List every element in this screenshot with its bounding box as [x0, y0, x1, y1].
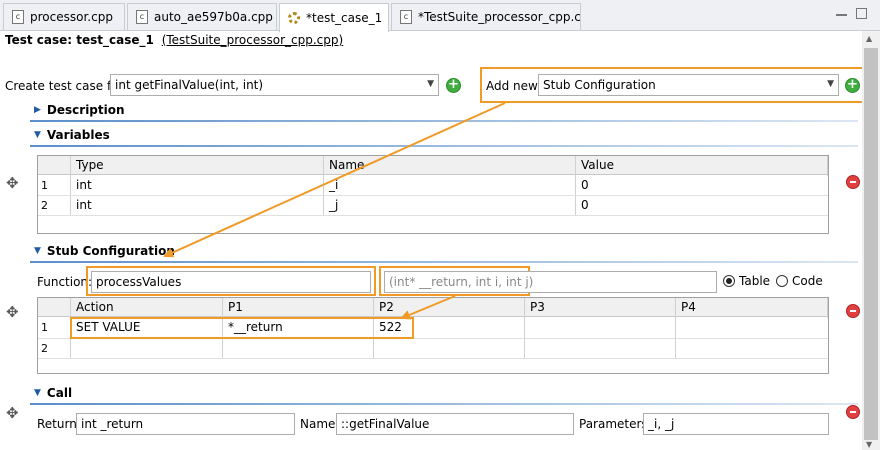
scrollbar-thumb[interactable] [864, 48, 878, 440]
arrow-to-stub-section [163, 102, 506, 258]
scroll-down-icon[interactable]: ▼ [866, 440, 872, 449]
annotation-arrows [163, 102, 506, 320]
scroll-up-icon[interactable]: ▲ [866, 34, 872, 43]
arrow-to-p2-cell [400, 295, 456, 320]
